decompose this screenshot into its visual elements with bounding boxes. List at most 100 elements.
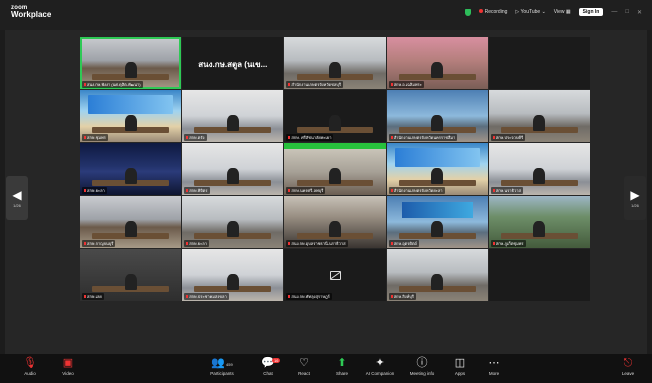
ai-companion-label: AI Companion xyxy=(365,371,395,376)
close-icon[interactable]: ✕ xyxy=(637,9,642,16)
participant-name: สกษ. ศรีสัชนาลัยพะเยา xyxy=(291,135,332,140)
video-button[interactable]: ▣ Video xyxy=(48,356,88,376)
participant-tile[interactable]: สกษ.ตรัง xyxy=(182,90,284,142)
participant-tile[interactable]: สำนักงานเกษตรจังหวัดชลบุรี xyxy=(284,37,386,89)
participant-tile[interactable]: สกษ. ศรีสัชนาลัยพะเยา xyxy=(284,90,386,142)
microphone-muted-icon xyxy=(186,189,189,193)
youtube-indicator[interactable]: ▷ YouTube ⌄ xyxy=(515,9,545,15)
chat-label: Chat xyxy=(263,371,273,376)
chat-icon: 💬 xyxy=(261,357,275,369)
participant-tile[interactable]: สกษ.กาญจนบุรี xyxy=(80,196,182,248)
meeting-toolbar: 🎙 Audio ▣ Video 👥459 Participants 💬 16 C… xyxy=(0,354,652,383)
participant-tile[interactable]: สำนักงานเกษตรจังหวัดนครราชสีมา xyxy=(386,90,488,142)
react-label: React xyxy=(298,371,310,376)
participant-tile[interactable]: สกษ.นราธิวาส xyxy=(488,143,590,195)
participant-tile[interactable]: สกษ.ยะลา xyxy=(182,196,284,248)
participant-tile[interactable]: สกษ.อุตรดิตถ์ xyxy=(386,196,488,248)
participant-tile[interactable]: สนง.กษ.พังงา (นศ.ดุสิต-พัฒนา) xyxy=(80,37,182,89)
participant-name: สกษ.นครศรี-ลพบุรี xyxy=(291,188,324,193)
participant-tile[interactable]: สกษ.อ.เฉลิมพระ xyxy=(386,37,488,89)
participant-tile[interactable]: สกษ.เลย xyxy=(80,249,182,301)
security-shield-icon[interactable] xyxy=(464,8,471,16)
microphone-muted-icon xyxy=(186,136,189,140)
microphone-muted-icon xyxy=(492,242,495,246)
participant-tile[interactable]: สำนักงานเกษตรจังหวัดยะลา xyxy=(386,143,488,195)
next-page-button[interactable]: ▶ 1/26 xyxy=(624,176,646,220)
microphone-muted-icon xyxy=(492,136,495,140)
person-silhouette xyxy=(124,273,137,290)
microphone-muted-icon xyxy=(492,189,495,193)
minimize-icon[interactable]: — xyxy=(611,9,617,15)
person-silhouette xyxy=(124,114,137,131)
microphone-muted-icon xyxy=(390,136,393,140)
backdrop-banner xyxy=(401,202,473,218)
participant-name-tag: สกษ.นครศรี-ลพบุรี xyxy=(286,187,326,194)
participant-tile[interactable]: สนง.กษ.สตูล (นเข... xyxy=(182,37,284,89)
microphone-muted-icon xyxy=(390,242,393,246)
participant-tile[interactable]: สนง.กษ.อุบลราชธานี-นราธิวาส xyxy=(284,196,386,248)
person-silhouette xyxy=(328,114,342,131)
view-button[interactable]: View ▦ xyxy=(554,9,571,15)
react-button[interactable]: ♡ React xyxy=(284,356,324,376)
person-silhouette xyxy=(533,114,546,131)
participant-tile[interactable]: สกษ.ประจวบคีรี xyxy=(488,90,590,142)
participant-tile[interactable]: สนง.กษ.พัทลุงสุราษฎร์ xyxy=(284,249,386,301)
ai-companion-button[interactable]: ✦ AI Companion xyxy=(360,356,400,376)
person-silhouette xyxy=(124,220,137,237)
participants-button[interactable]: 👥459 Participants xyxy=(202,356,242,376)
person-silhouette xyxy=(226,114,239,131)
participant-tile[interactable]: สกษ.ยะลา xyxy=(80,143,182,195)
participant-name-tag: สกษ.ชุมพร xyxy=(82,134,108,141)
participant-name: สำนักงานเกษตรจังหวัดยะลา xyxy=(393,188,443,193)
view-label: View xyxy=(553,9,565,15)
participant-tile[interactable]: สกษ.นครศรี-ลพบุรี xyxy=(284,143,386,195)
record-dot-icon xyxy=(478,9,483,13)
previous-page-button[interactable]: ◀ 1/26 xyxy=(6,176,28,220)
brand-large: Workplace xyxy=(11,10,52,19)
participant-name-tag: สนง.กษ.พัทลุงสุราษฎร์ xyxy=(286,293,332,300)
zoom-logo: zoom Workplace xyxy=(11,5,51,19)
sign-in-button[interactable]: Sign In xyxy=(578,8,604,16)
participant-tile[interactable]: สกษ.ชุมพร xyxy=(80,90,182,142)
microphone-muted-icon xyxy=(84,295,86,299)
backdrop-banner xyxy=(88,95,174,114)
participant-tile[interactable]: สกษ.สิงห์บุรี xyxy=(386,249,488,301)
recording-indicator[interactable]: Recording xyxy=(478,9,507,15)
participant-name-tag: สกษ.อ.เฉลิมพระ xyxy=(388,81,424,88)
zoom-window: zoom Workplace Recording ▷ YouTube ⌄ Vie… xyxy=(0,0,652,383)
participant-name: สกษ.อ.เฉลิมพระ xyxy=(393,82,422,87)
participant-name-tag: สกษ.ประจวบคีรี xyxy=(490,134,526,141)
participant-tile[interactable]: สกษ.ภูเก็ตชุมพร xyxy=(488,196,590,248)
participant-tile[interactable]: สกษ.พิจิตร xyxy=(182,143,284,195)
participant-name-tag: สนง.กษ.อุบลราชธานี-นราธิวาส xyxy=(286,240,348,247)
page-indicator-left: 1/26 xyxy=(13,202,21,208)
leave-label: Leave xyxy=(621,371,635,376)
participants-icon: 👥459 xyxy=(211,357,233,369)
participant-name: สำนักงานเกษตรจังหวัดชลบุรี xyxy=(291,82,341,87)
participants-label: Participants xyxy=(210,371,234,376)
share-screen-icon: ⬆ xyxy=(337,357,347,369)
microphone-muted-icon xyxy=(84,242,86,246)
more-button[interactable]: ⋯ More xyxy=(474,356,514,376)
microphone-muted-icon xyxy=(186,295,189,299)
share-label: Share xyxy=(335,371,348,376)
maximize-icon[interactable]: □ xyxy=(625,9,629,15)
share-button[interactable]: ⬆ Share xyxy=(322,356,362,376)
participant-name-tag: สกษ.อุตรดิตถ์ xyxy=(388,240,419,247)
participant-tile[interactable]: สกษ.ประชาคมสงขลา xyxy=(182,249,284,301)
leave-icon: ⎋ xyxy=(623,357,633,369)
chat-button[interactable]: 💬 16 Chat xyxy=(248,356,288,376)
audio-button[interactable]: 🎙 Audio xyxy=(10,356,50,376)
participant-name-tag: สกษ.ประชาคมสงขลา xyxy=(184,293,229,300)
heart-icon: ♡ xyxy=(299,357,309,369)
participant-tile[interactable] xyxy=(488,249,590,301)
more-label: More xyxy=(488,371,500,376)
leave-button[interactable]: ⎋ Leave xyxy=(608,356,648,376)
person-silhouette xyxy=(431,273,444,290)
meeting-info-button[interactable]: ⓘ Meeting info xyxy=(402,356,442,376)
chevron-right-icon: ▶ xyxy=(630,187,640,202)
participant-name-tag: สกษ.ภูเก็ตชุมพร xyxy=(490,240,526,247)
participant-tile[interactable] xyxy=(488,37,590,89)
person-silhouette xyxy=(226,220,239,237)
participant-name: สนง.กษ.อุบลราชธานี-นราธิวาส xyxy=(291,241,346,246)
